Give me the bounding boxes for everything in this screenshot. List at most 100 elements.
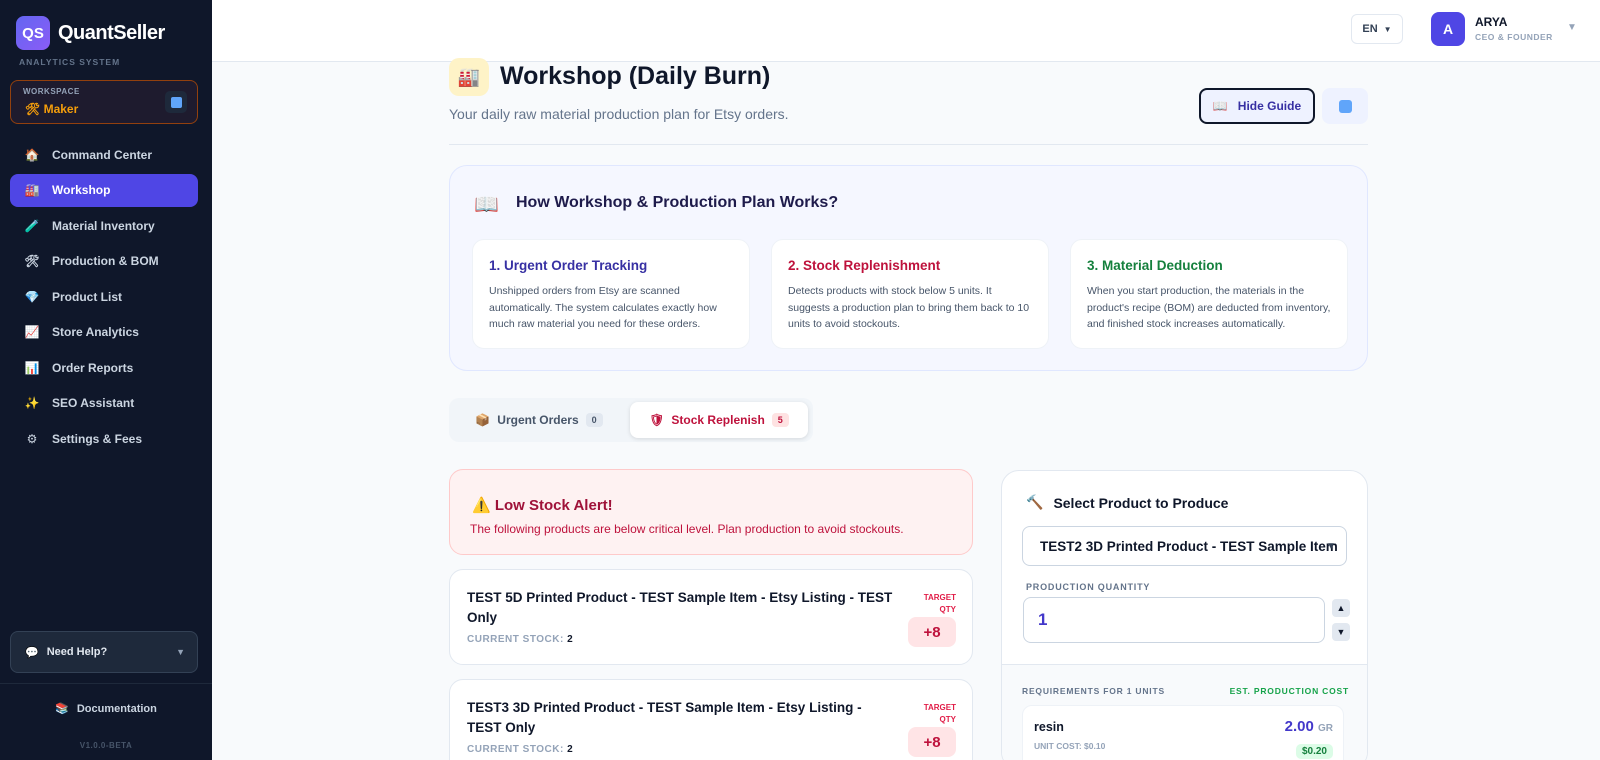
header-divider: [449, 144, 1368, 145]
current-stock-value: 2: [567, 744, 574, 755]
workshop-tabs: 📦 Urgent Orders 0 🛡 Stock Replenish 5: [449, 398, 813, 442]
gem-icon: 💎: [24, 289, 40, 304]
documentation-link[interactable]: 📚 Documentation: [0, 702, 212, 716]
material-name: resin: [1034, 720, 1064, 734]
list-item[interactable]: TEST3 3D Printed Product - TEST Sample I…: [449, 679, 973, 760]
need-help-toggle[interactable]: 💬 Need Help? ▼: [10, 631, 198, 673]
guide-card-deduction: 3. Material Deduction When you start pro…: [1070, 239, 1348, 349]
sidebar-item-order-reports[interactable]: 📊 Order Reports: [10, 351, 198, 384]
sidebar-item-label: SEO Assistant: [52, 396, 135, 410]
produce-title-text: Select Product to Produce: [1053, 494, 1229, 511]
production-quantity-input[interactable]: 1: [1023, 597, 1325, 643]
sidebar-item-command-center[interactable]: 🏠 Command Center: [10, 138, 198, 171]
sidebar-item-label: Order Reports: [52, 360, 134, 375]
open-book-icon: 📖: [474, 194, 499, 216]
sidebar-item-label: Material Inventory: [52, 218, 155, 233]
product-select[interactable]: TEST2 3D Printed Product - TEST Sample I…: [1022, 526, 1347, 566]
workspace-label: WORKSPACE: [23, 87, 80, 96]
sidebar-item-label: Workshop: [52, 183, 111, 197]
guide-card-title: 2. Stock Replenishment: [788, 258, 941, 273]
current-stock-label: CURRENT STOCK:: [467, 744, 564, 755]
sidebar-item-material-inventory[interactable]: 🧪 Material Inventory: [10, 209, 198, 242]
sidebar: QS QuantSeller ANALYTICS SYSTEM WORKSPAC…: [0, 0, 212, 760]
decrement-button[interactable]: ▼: [1332, 623, 1350, 641]
sidebar-item-label: Store Analytics: [52, 325, 139, 339]
workspace-switcher[interactable]: WORKSPACE 🛠 Maker: [10, 80, 198, 124]
sidebar-item-label: Production & BOM: [52, 254, 159, 268]
sidebar-item-production-bom[interactable]: 🛠 Production & BOM: [10, 245, 198, 278]
guide-card-stock: 2. Stock Replenishment Detects products …: [771, 239, 1049, 349]
alert-title: ⚠️ Low Stock Alert!: [472, 496, 613, 514]
book-icon: 📖: [1212, 99, 1228, 113]
language-select[interactable]: EN ▼: [1351, 14, 1403, 44]
produce-panel: 🔨 Select Product to Produce TEST2 3D Pri…: [1001, 470, 1368, 760]
guide-card-title: 3. Material Deduction: [1087, 258, 1223, 273]
hide-guide-button[interactable]: 📖 Hide Guide: [1199, 88, 1315, 124]
box-icon: 📦: [475, 413, 491, 427]
material-cost-badge: $0.20: [1295, 744, 1333, 759]
chevron-down-icon: ▼: [176, 647, 185, 657]
guide-card-text: When you start production, the materials…: [1087, 285, 1331, 330]
hammer-icon: 🔨: [1026, 494, 1044, 510]
language-value: EN: [1362, 23, 1378, 35]
sidebar-item-settings-fees[interactable]: ⚙ Settings & Fees: [10, 422, 198, 455]
page-subtitle: Your daily raw material production plan …: [449, 106, 789, 122]
production-quantity-label: PRODUCTION QUANTITY: [1026, 582, 1151, 592]
avatar[interactable]: A: [1431, 12, 1465, 46]
sidebar-item-label: Settings & Fees: [52, 431, 143, 446]
target-qty-badge: +8: [908, 727, 956, 757]
brand[interactable]: QS QuantSeller: [16, 16, 165, 50]
material-quantity: 2.00 GR: [1285, 718, 1333, 735]
product-select-value: TEST2 3D Printed Product - TEST Sample I…: [1040, 538, 1338, 554]
target-qty-badge: +8: [908, 617, 956, 647]
current-stock-label: CURRENT STOCK:: [467, 634, 564, 645]
sidebar-item-workshop[interactable]: 🏭 Workshop: [10, 173, 198, 207]
switch-workspace-button[interactable]: [165, 91, 187, 113]
bar-chart-icon: 📊: [24, 360, 40, 375]
user-menu-chevron-icon[interactable]: ▼: [1567, 22, 1577, 33]
factory-icon: 🏭: [24, 183, 40, 197]
sidebar-item-product-list[interactable]: 💎 Product List: [10, 280, 198, 313]
guide-title: How Workshop & Production Plan Works?: [516, 194, 839, 211]
requirements-label: REQUIREMENTS FOR 1 UNITS: [1022, 686, 1165, 696]
target-qty-label: TARGET QTY: [923, 703, 956, 724]
list-item[interactable]: TEST 5D Printed Product - TEST Sample It…: [449, 569, 973, 665]
house-icon: 🏠: [24, 147, 40, 162]
sidebar-item-seo-assistant[interactable]: ✨ SEO Assistant: [10, 387, 198, 420]
workspace-value: 🛠 Maker: [25, 102, 79, 116]
increment-button[interactable]: ▲: [1332, 599, 1350, 617]
sidebar-item-store-analytics[interactable]: 📈 Store Analytics: [10, 316, 198, 349]
user-name: ARYA: [1475, 15, 1508, 29]
current-stock-value: 2: [567, 634, 574, 645]
sidebar-divider: [0, 683, 212, 684]
documentation-label: Documentation: [76, 702, 157, 715]
book-icon: 📚: [55, 703, 69, 715]
switch-icon: [170, 96, 182, 108]
tab-label: Stock Replenish: [671, 413, 765, 427]
page-title: Workshop (Daily Burn): [500, 62, 771, 90]
guide-card-urgent: 1. Urgent Order Tracking Unshipped order…: [472, 239, 750, 349]
warning-icon: ⚠️: [472, 497, 491, 514]
user-role: CEO & FOUNDER: [1475, 32, 1553, 42]
chart-up-icon: 📈: [24, 325, 40, 339]
sparkles-icon: ✨: [24, 396, 40, 410]
chevron-down-icon: ▼: [1383, 24, 1392, 34]
low-stock-alert: ⚠️ Low Stock Alert! The following produc…: [449, 469, 973, 555]
tab-urgent-orders[interactable]: 📦 Urgent Orders 0: [469, 402, 609, 438]
tab-stock-replenish[interactable]: 🛡 Stock Replenish 5: [630, 402, 808, 438]
chevron-down-icon: ▼: [1326, 540, 1336, 552]
estimated-cost-label: EST. PRODUCTION COST: [1229, 686, 1349, 696]
material-quantity-value: 2.00: [1284, 718, 1314, 735]
speech-bubble-icon: 💬: [25, 646, 39, 659]
refresh-button[interactable]: [1322, 88, 1368, 124]
tools-icon: 🛠: [24, 254, 40, 268]
table-row: resin UNIT COST: $0.10 2.00 GR $0.20: [1022, 705, 1344, 760]
test-tube-icon: 🧪: [24, 218, 40, 233]
current-stock: CURRENT STOCK: 2: [467, 744, 573, 755]
guide-card-title: 1. Urgent Order Tracking: [489, 258, 648, 273]
current-stock: CURRENT STOCK: 2: [467, 634, 573, 645]
guide-panel: 📖 How Workshop & Production Plan Works? …: [449, 165, 1368, 371]
sidebar-nav: 🏠 Command Center 🏭 Workshop 🧪 Material I…: [10, 138, 198, 458]
produce-title: 🔨 Select Product to Produce: [1026, 494, 1228, 511]
material-unit: GR: [1318, 723, 1333, 734]
